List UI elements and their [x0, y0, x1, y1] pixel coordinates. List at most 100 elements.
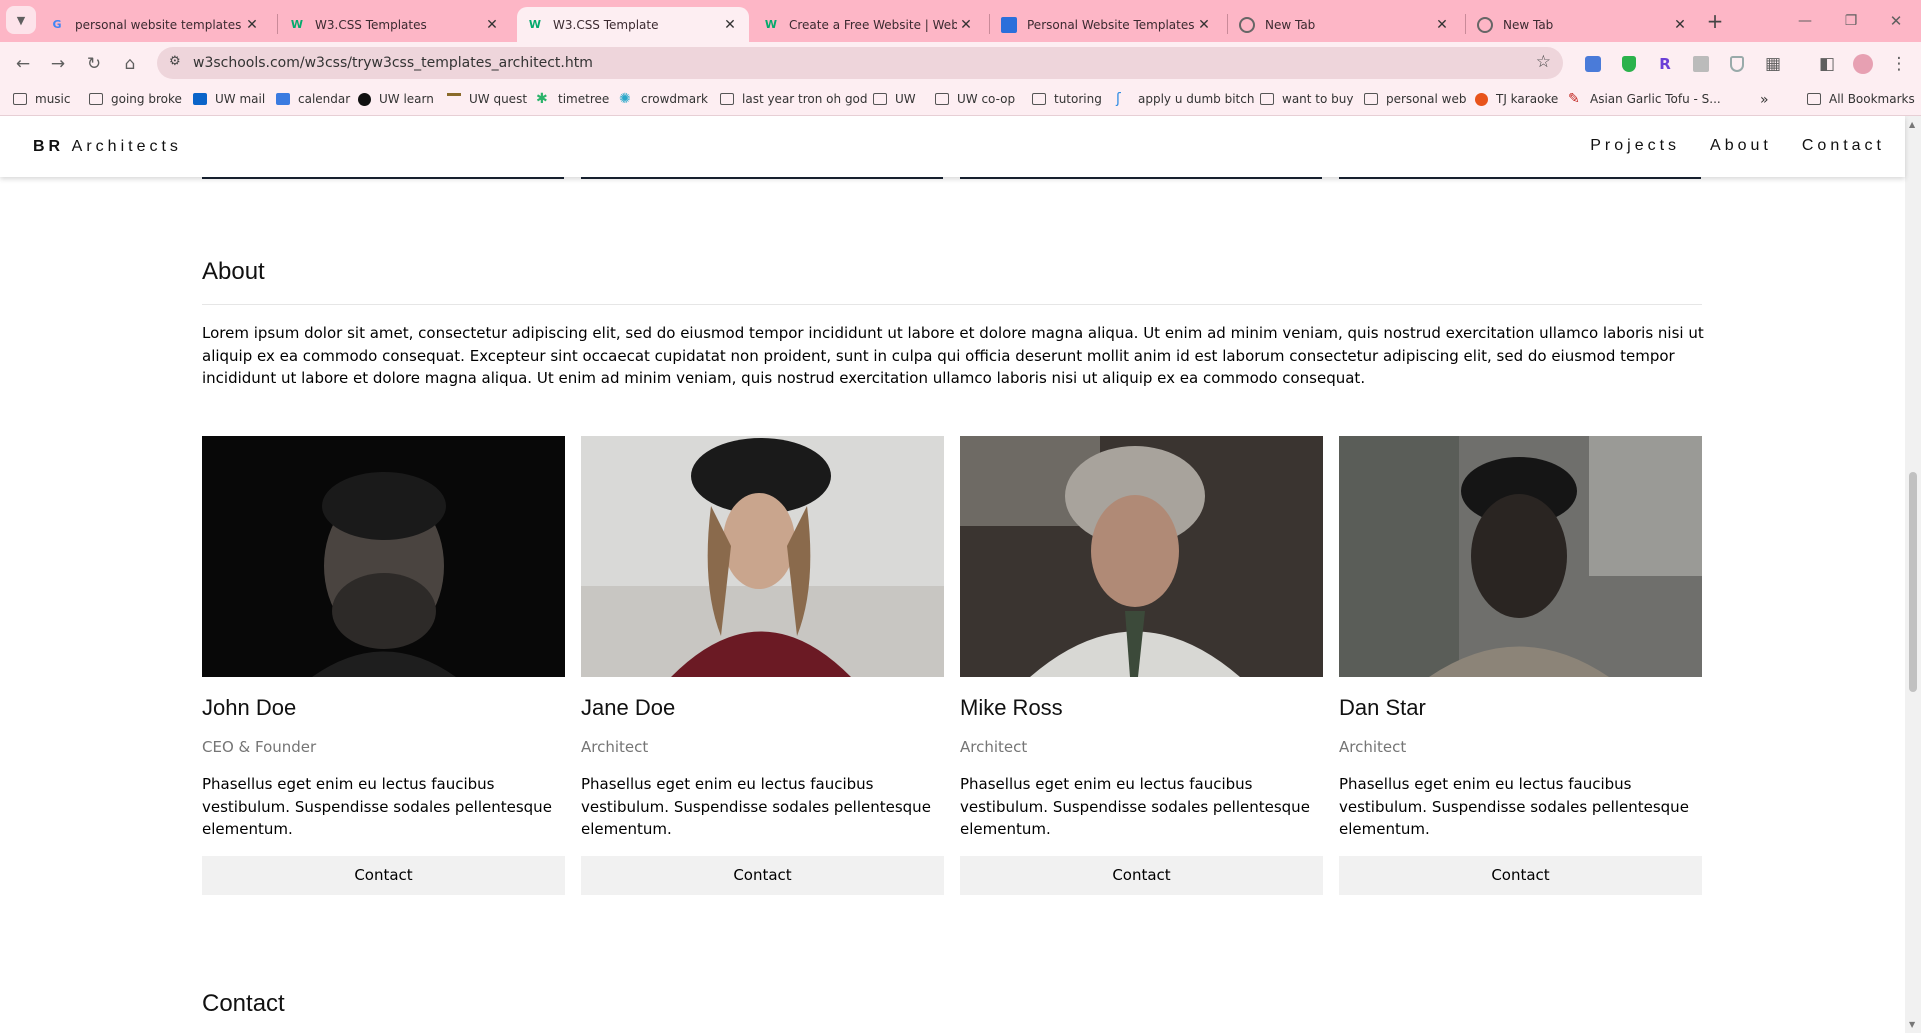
k-extension-icon[interactable]: [1686, 49, 1716, 79]
browser-tab[interactable]: G personal website templates htm ✕: [39, 7, 271, 42]
translate-extension-icon[interactable]: [1578, 49, 1608, 79]
tab-search-button[interactable]: ▼: [6, 6, 36, 34]
nav-link-about[interactable]: About: [1710, 137, 1772, 155]
team-photo: [1339, 436, 1702, 677]
reload-button[interactable]: ↻: [79, 49, 109, 79]
team-member-description: Phasellus eget enim eu lectus faucibus v…: [960, 775, 1310, 838]
contact-button[interactable]: Contact: [581, 855, 944, 895]
chrome-icon: [1477, 16, 1493, 33]
back-button[interactable]: ←: [8, 49, 38, 79]
page-scrollbar[interactable]: ▲ ▼: [1905, 116, 1921, 1033]
team-member-role: Architect: [581, 738, 649, 756]
scrollbar-thumb[interactable]: [1909, 472, 1917, 692]
close-tab-icon[interactable]: ✕: [1433, 17, 1451, 33]
team-member-description: Phasellus eget enim eu lectus faucibus v…: [1339, 775, 1689, 838]
browser-tab[interactable]: W W3.CSS Templates ✕: [279, 7, 511, 42]
bookmark-item[interactable]: ✺ crowdmark: [619, 92, 708, 106]
bookmark-item[interactable]: going broke: [89, 92, 182, 106]
home-icon: ⌂: [124, 54, 136, 74]
nav-link-contact[interactable]: Contact: [1802, 137, 1885, 155]
bookmark-item[interactable]: UW co-op: [935, 92, 1015, 106]
section-divider: [202, 304, 1702, 305]
browser-tab[interactable]: W Create a Free Website | Website ✕: [753, 7, 985, 42]
bookmark-item[interactable]: calendar: [276, 92, 350, 106]
quest-icon: [447, 93, 461, 105]
bookmark-item[interactable]: ✎ Asian Garlic Tofu - S...: [1568, 92, 1721, 106]
bookmark-item[interactable]: ʃ apply u dumb bitch: [1116, 92, 1254, 106]
w3schools-icon: W: [764, 18, 778, 31]
contact-button[interactable]: Contact: [202, 855, 565, 895]
arrow-right-icon: →: [50, 54, 66, 74]
arrow-left-icon: ←: [15, 54, 31, 74]
profile-avatar[interactable]: [1848, 49, 1878, 79]
new-tab-button[interactable]: +: [1700, 6, 1730, 36]
restore-button[interactable]: ❐: [1836, 6, 1866, 36]
star-icon[interactable]: ☆: [1536, 52, 1551, 72]
home-button[interactable]: ⌂: [115, 49, 145, 79]
scroll-down-icon[interactable]: ▼: [1909, 1020, 1915, 1029]
team-photo: [960, 436, 1323, 677]
close-tab-icon[interactable]: ✕: [243, 17, 261, 33]
team-card: Mike Ross Architect Phasellus eget enim …: [960, 436, 1323, 895]
all-bookmarks-button[interactable]: All Bookmarks: [1807, 92, 1915, 106]
browser-tab[interactable]: New Tab ✕: [1467, 7, 1699, 42]
karaoke-icon: [1475, 92, 1488, 106]
bookmark-item[interactable]: last year tron oh god: [720, 92, 868, 106]
site-logo[interactable]: BR Architects: [33, 138, 182, 156]
close-tab-icon[interactable]: ✕: [483, 17, 501, 33]
shield-extension-icon[interactable]: [1614, 49, 1644, 79]
bookmark-item[interactable]: want to buy: [1260, 92, 1353, 106]
bookmark-item[interactable]: UW learn: [358, 92, 434, 106]
contact-button[interactable]: Contact: [1339, 855, 1702, 895]
bookmark-item[interactable]: UW: [873, 92, 916, 106]
bookmark-item[interactable]: personal web: [1364, 92, 1466, 106]
bookmark-item[interactable]: tutoring: [1032, 92, 1102, 106]
folder-icon: [1260, 93, 1274, 105]
folder-icon: [873, 93, 887, 105]
browser-tab[interactable]: New Tab ✕: [1229, 7, 1461, 42]
close-tab-icon[interactable]: ✕: [721, 17, 739, 33]
browser-tab[interactable]: Personal Website Templates Fre ✕: [991, 7, 1223, 42]
more-bookmarks-button[interactable]: »: [1760, 92, 1769, 108]
team-card: John Doe CEO & Founder Phasellus eget en…: [202, 436, 565, 895]
contact-button[interactable]: Contact: [960, 855, 1323, 895]
bookmark-item[interactable]: UW mail: [193, 92, 265, 106]
forward-button[interactable]: →: [43, 49, 73, 79]
r-extension-icon[interactable]: R: [1650, 49, 1680, 79]
about-heading: About: [202, 258, 265, 285]
reload-icon: ↻: [86, 54, 102, 74]
timetree-icon: ✱: [536, 91, 548, 107]
nav-link-projects[interactable]: Projects: [1590, 137, 1680, 155]
bookmarks-bar: music going broke UW mail calendar UW le…: [0, 84, 1921, 116]
bookmark-item[interactable]: music: [13, 92, 70, 106]
extensions-puzzle-icon[interactable]: ▦: [1758, 49, 1788, 79]
w3schools-icon: W: [290, 18, 304, 31]
double-chevron-right-icon: »: [1760, 92, 1769, 108]
close-tab-icon[interactable]: ✕: [957, 17, 975, 33]
site-settings-icon[interactable]: ⚙: [169, 54, 181, 69]
tab-divider: [989, 14, 990, 34]
bookmark-item[interactable]: TJ karaoke: [1475, 92, 1558, 106]
folder-icon: [1364, 93, 1378, 105]
learn-icon: [358, 92, 371, 106]
page-viewport: BR Architects Projects About Contact Abo…: [0, 116, 1921, 1033]
privacy-extension-icon[interactable]: [1722, 49, 1752, 79]
restore-icon: ❐: [1844, 13, 1858, 29]
browser-toolbar: ← → ↻ ⌂ ⚙ w3schools.com/w3css/tryw3css_t…: [0, 42, 1921, 84]
minimize-button[interactable]: —: [1790, 6, 1820, 36]
browser-tab-active[interactable]: W W3.CSS Template ✕: [517, 7, 749, 42]
close-tab-icon[interactable]: ✕: [1195, 17, 1213, 33]
side-panel-icon[interactable]: ◧: [1812, 49, 1842, 79]
browser-menu-icon[interactable]: ⋮: [1884, 49, 1914, 79]
url-text[interactable]: w3schools.com/w3css/tryw3css_templates_a…: [193, 55, 593, 71]
bookmark-item[interactable]: UW quest: [447, 92, 527, 106]
close-tab-icon[interactable]: ✕: [1671, 17, 1689, 33]
recipe-icon: ✎: [1568, 91, 1580, 107]
apply-icon: ʃ: [1116, 91, 1121, 107]
bookmark-item[interactable]: ✱ timetree: [536, 92, 609, 106]
scroll-up-icon[interactable]: ▲: [1909, 120, 1915, 129]
team-member-name: Mike Ross: [960, 695, 1063, 720]
address-bar[interactable]: ⚙ w3schools.com/w3css/tryw3css_templates…: [157, 47, 1563, 79]
close-window-button[interactable]: ✕: [1881, 6, 1911, 36]
team-photo: [202, 436, 565, 677]
